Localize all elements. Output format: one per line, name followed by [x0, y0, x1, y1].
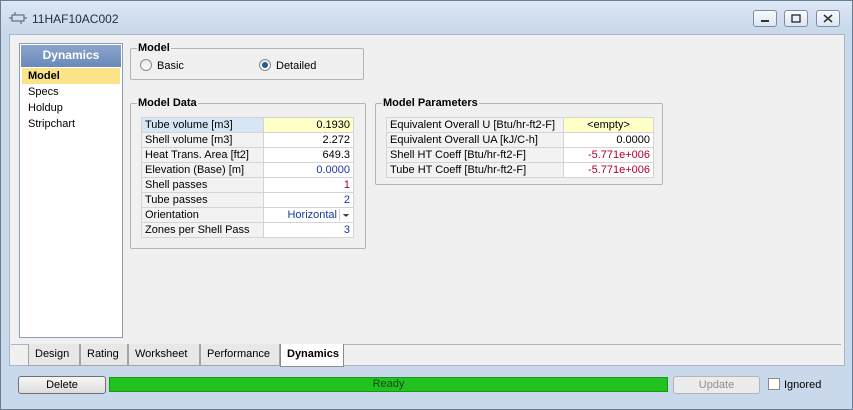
elevation-label: Elevation (Base) [m] — [141, 162, 264, 178]
zones-per-shell-pass-label: Zones per Shell Pass — [141, 222, 264, 238]
model-group: Model Basic Detailed — [130, 42, 364, 80]
tab-rating[interactable]: Rating — [80, 344, 128, 366]
table-row: Shell passes 1 — [141, 177, 354, 193]
equivalent-overall-u-label: Equivalent Overall U [Btu/hr-ft2-F] — [386, 117, 564, 133]
basic-radio-label: Basic — [157, 60, 184, 72]
shell-passes-label: Shell passes — [141, 177, 264, 193]
tube-volume-label: Tube volume [m3] — [141, 117, 264, 133]
tube-ht-coeff-value[interactable]: -5.771e+006 — [563, 162, 654, 178]
shell-ht-coeff-label: Shell HT Coeff [Btu/hr-ft2-F] — [386, 147, 564, 163]
title-bar[interactable]: 11HAF10AC002 — [1, 1, 852, 34]
table-row: Zones per Shell Pass 3 — [141, 222, 354, 238]
ignored-checkbox[interactable]: Ignored — [768, 378, 821, 392]
table-row: Orientation Horizontal — [141, 207, 354, 223]
detailed-radio[interactable]: Detailed — [259, 59, 316, 73]
orientation-label: Orientation — [141, 207, 264, 223]
maximize-icon — [791, 14, 801, 23]
table-row: Tube HT Coeff [Btu/hr-ft2-F] -5.771e+006 — [386, 162, 654, 178]
heat-exchanger-icon — [9, 12, 27, 24]
sidebar-item-holdup[interactable]: Holdup — [22, 100, 120, 116]
orientation-value: Horizontal — [287, 209, 337, 221]
sidebar-item-model[interactable]: Model — [22, 68, 120, 84]
heat-trans-area-label: Heat Trans. Area [ft2] — [141, 147, 264, 163]
maximize-button[interactable] — [784, 10, 808, 27]
client-area: Dynamics Model Specs Holdup Stripchart M… — [9, 34, 845, 366]
tube-passes-value[interactable]: 2 — [263, 192, 354, 208]
model-data-group: Model Data Tube volume [m3] 0.1930 Shell… — [130, 97, 366, 249]
detailed-radio-label: Detailed — [276, 60, 317, 72]
tube-ht-coeff-label: Tube HT Coeff [Btu/hr-ft2-F] — [386, 162, 564, 178]
table-row: Equivalent Overall UA [kJ/C-h] 0.0000 — [386, 132, 654, 148]
tube-passes-label: Tube passes — [141, 192, 264, 208]
tab-design[interactable]: Design — [28, 344, 80, 366]
table-row: Shell volume [m3] 2.272 — [141, 132, 354, 148]
tab-performance[interactable]: Performance — [200, 344, 280, 366]
minimize-button[interactable] — [753, 10, 777, 27]
status-bar: Ready — [109, 377, 668, 392]
minimize-icon — [761, 20, 769, 22]
table-row: Shell HT Coeff [Btu/hr-ft2-F] -5.771e+00… — [386, 147, 654, 163]
table-row: Tube volume [m3] 0.1930 — [141, 117, 354, 133]
sidebar-item-specs[interactable]: Specs — [22, 84, 120, 100]
model-group-title: Model — [137, 42, 171, 54]
model-data-table: Tube volume [m3] 0.1930 Shell volume [m3… — [141, 117, 354, 238]
table-row: Tube passes 2 — [141, 192, 354, 208]
table-row: Equivalent Overall U [Btu/hr-ft2-F] <emp… — [386, 117, 654, 133]
delete-button[interactable]: Delete — [18, 376, 106, 394]
chevron-down-icon[interactable] — [339, 209, 352, 221]
equivalent-overall-u-value[interactable]: <empty> — [563, 117, 654, 133]
shell-volume-label: Shell volume [m3] — [141, 132, 264, 148]
model-parameters-table: Equivalent Overall U [Btu/hr-ft2-F] <emp… — [386, 117, 654, 178]
shell-volume-value[interactable]: 2.272 — [263, 132, 354, 148]
tab-worksheet[interactable]: Worksheet — [128, 344, 200, 366]
ignored-checkbox-box[interactable] — [768, 378, 780, 390]
shell-ht-coeff-value[interactable]: -5.771e+006 — [563, 147, 654, 163]
sidebar-header: Dynamics — [21, 45, 121, 67]
orientation-dropdown[interactable]: Horizontal — [263, 207, 354, 223]
sidebar: Dynamics Model Specs Holdup Stripchart — [19, 43, 123, 338]
table-row: Heat Trans. Area [ft2] 649.3 — [141, 147, 354, 163]
exchanger-window: 11HAF10AC002 Dynamics Model Specs Holdup… — [0, 0, 853, 410]
tube-volume-value[interactable]: 0.1930 — [263, 117, 354, 133]
tab-dynamics[interactable]: Dynamics — [280, 344, 344, 367]
update-button[interactable]: Update — [673, 376, 760, 394]
model-parameters-title: Model Parameters — [382, 97, 479, 109]
tab-strip: Design Rating Worksheet Performance Dyna… — [11, 344, 841, 367]
heat-trans-area-value[interactable]: 649.3 — [263, 147, 354, 163]
shell-passes-value[interactable]: 1 — [263, 177, 354, 193]
table-row: Elevation (Base) [m] 0.0000 — [141, 162, 354, 178]
equivalent-overall-ua-label: Equivalent Overall UA [kJ/C-h] — [386, 132, 564, 148]
equivalent-overall-ua-value[interactable]: 0.0000 — [563, 132, 654, 148]
model-parameters-group: Model Parameters Equivalent Overall U [B… — [375, 97, 663, 185]
close-icon — [823, 14, 833, 23]
window-title: 11HAF10AC002 — [32, 12, 119, 26]
elevation-value[interactable]: 0.0000 — [263, 162, 354, 178]
zones-per-shell-pass-value[interactable]: 3 — [263, 222, 354, 238]
basic-radio[interactable]: Basic — [140, 59, 184, 73]
model-data-title: Model Data — [137, 97, 198, 109]
basic-radio-dot[interactable] — [140, 59, 152, 71]
sidebar-item-stripchart[interactable]: Stripchart — [22, 116, 120, 132]
close-button[interactable] — [816, 10, 840, 27]
ignored-checkbox-label: Ignored — [784, 379, 822, 391]
detailed-radio-dot[interactable] — [259, 59, 271, 71]
